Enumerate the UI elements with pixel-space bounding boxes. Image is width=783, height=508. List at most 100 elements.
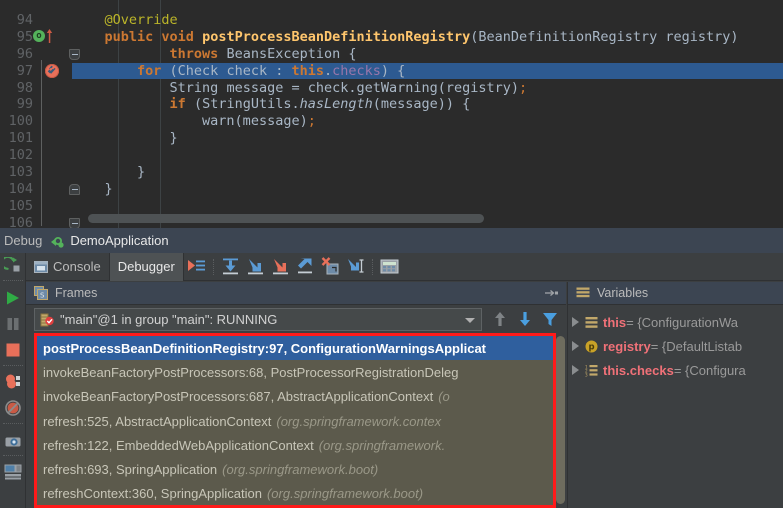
drop-frame-icon[interactable] <box>319 255 342 278</box>
editor-gutter[interactable] <box>33 164 72 181</box>
code-line[interactable]: 94 @Override <box>0 12 783 29</box>
frames-panel-header: S Frames <box>26 282 566 305</box>
code-editor[interactable]: 94 @Override 95 o public void postProcessB… <box>0 0 783 228</box>
override-arrow-icon[interactable] <box>46 28 53 44</box>
stack-frame-package: (org.springframework. <box>318 437 446 453</box>
editor-gutter[interactable] <box>33 181 80 198</box>
stack-frame-method: refresh:525, AbstractApplicationContext <box>43 413 272 429</box>
editor-gutter[interactable] <box>33 46 80 63</box>
parameter-icon: p <box>585 340 598 353</box>
line-number: 95 <box>16 28 33 45</box>
code-text: for (Check check : this.checks) { <box>137 62 406 79</box>
intellij-debug-window: 94 @Override 95 o public void postProcessB… <box>0 0 783 508</box>
code-lines[interactable]: 94 @Override 95 o public void postProcessB… <box>0 0 783 228</box>
stack-frame-method: postProcessBeanDefinitionRegistry:97, Co… <box>43 340 487 356</box>
code-text: public void postProcessBeanDefinitionReg… <box>104 28 739 45</box>
editor-gutter[interactable] <box>33 198 72 215</box>
editor-gutter[interactable] <box>33 12 72 29</box>
evaluate-expression-icon[interactable] <box>378 255 401 278</box>
step-over-icon[interactable] <box>219 255 242 278</box>
editor-gutter[interactable] <box>33 96 72 113</box>
variable-value: = {DefaultListab <box>650 338 743 354</box>
stack-frame-row[interactable]: refreshContext:360, SpringApplication (or… <box>37 482 553 505</box>
code-line[interactable]: 100 warn(message); <box>0 113 783 130</box>
toolbar-separator <box>3 280 23 281</box>
tab-console-label: Console <box>53 259 101 274</box>
layout-icon[interactable] <box>4 463 22 481</box>
step-into-icon[interactable] <box>244 255 267 278</box>
code-line[interactable]: 101 } <box>0 130 783 147</box>
editor-gutter[interactable] <box>33 63 72 80</box>
expand-triangle-icon[interactable] <box>572 317 579 327</box>
pause-program-icon[interactable] <box>4 315 22 333</box>
stop-icon[interactable] <box>4 341 22 359</box>
editor-gutter[interactable]: o <box>33 28 72 46</box>
rerun-icon[interactable] <box>4 257 22 275</box>
line-number: 103 <box>8 164 33 180</box>
tab-console[interactable]: Console <box>26 252 110 281</box>
editor-gutter[interactable] <box>33 80 72 97</box>
code-text: throws BeansException { <box>169 45 357 62</box>
expand-triangle-icon[interactable] <box>572 341 579 351</box>
editor-gutter[interactable] <box>33 215 80 228</box>
variable-value: = {Configura <box>673 362 746 378</box>
tab-debugger-label: Debugger <box>117 259 175 274</box>
minimize-icon[interactable] <box>545 288 558 299</box>
stack-frame-row[interactable]: refresh:693, SpringApplication (org.sprin… <box>37 457 553 481</box>
variable-row[interactable]: 1 2 3 this.checks = {Configura <box>568 358 783 382</box>
resume-program-icon[interactable] <box>4 289 22 307</box>
show-execution-point-icon[interactable] <box>185 255 208 278</box>
variable-row[interactable]: this = {ConfigurationWa <box>568 310 783 334</box>
frames-up-icon[interactable] <box>490 309 510 329</box>
code-line[interactable]: 99 if (StringUtils.hasLength(message)) { <box>0 96 783 113</box>
code-line[interactable]: 102 <box>0 147 783 164</box>
stack-frame-row[interactable]: postProcessBeanDefinitionRegistry:97, Co… <box>37 336 553 361</box>
variable-row[interactable]: p registry = {DefaultListab <box>568 334 783 358</box>
code-line[interactable]: 98 String message = check.getWarning(reg… <box>0 80 783 97</box>
variable-name: this <box>603 314 627 330</box>
toolbar-separator <box>3 365 23 366</box>
code-line[interactable]: 97 for (Check check : this.checks) { <box>0 62 783 80</box>
variables-list[interactable]: this = {ConfigurationWa p registry = {Defa… <box>568 310 783 382</box>
code-line[interactable]: 103 } <box>0 164 783 181</box>
stack-frame-row[interactable]: refresh:122, EmbeddedWebApplicationConte… <box>37 433 553 457</box>
code-text: String message = check.getWarning(regist… <box>169 79 528 96</box>
frames-vertical-scrollbar[interactable] <box>556 336 565 504</box>
editor-gutter[interactable] <box>33 147 72 164</box>
thread-selector[interactable]: "main"@1 in group "main": RUNNING <box>34 308 482 331</box>
fold-connector-line <box>41 59 42 195</box>
stack-frame-row[interactable]: refresh:525, AbstractApplicationContext(… <box>37 409 553 433</box>
code-line[interactable]: 96 throws BeansException { <box>0 46 783 63</box>
line-number: 100 <box>8 113 33 130</box>
stack-frame-row[interactable]: invokeBeanFactoryPostProcessors:68, Post… <box>37 360 553 384</box>
toolbar-separator <box>212 258 214 275</box>
stack-frame-row[interactable]: invokeBeanFactoryPostProcessors:687, Abs… <box>37 385 553 409</box>
step-out-icon[interactable] <box>294 255 317 278</box>
thread-suspended-icon <box>40 313 54 327</box>
tab-debugger[interactable]: Debugger <box>109 252 184 281</box>
run-to-cursor-icon[interactable] <box>344 255 367 278</box>
code-text: warn(message); <box>202 113 316 130</box>
expand-triangle-icon[interactable] <box>572 365 579 375</box>
editor-horizontal-scrollbar[interactable] <box>88 214 484 223</box>
implementing-method-icon[interactable]: o <box>33 30 45 43</box>
force-step-into-icon[interactable] <box>269 255 292 278</box>
frames-down-icon[interactable] <box>515 309 535 329</box>
stack-frame-method: refresh:693, SpringApplication <box>43 462 218 478</box>
view-breakpoints-icon[interactable] <box>4 373 22 391</box>
code-line[interactable]: 104 } <box>0 181 783 198</box>
chevron-down-icon[interactable] <box>465 318 475 323</box>
editor-gutter[interactable] <box>33 113 72 130</box>
debugger-toolbar: Console Debugger <box>26 252 783 281</box>
call-stack-list[interactable]: postProcessBeanDefinitionRegistry:97, Co… <box>34 333 556 508</box>
variables-panel-header: Variables <box>568 282 783 305</box>
code-line[interactable]: 105 <box>0 198 783 215</box>
breakpoint-verified-icon[interactable] <box>45 64 59 79</box>
stack-frame-method: invokeBeanFactoryPostProcessors:687, Abs… <box>43 389 434 405</box>
settings-icon[interactable] <box>4 433 22 451</box>
mute-breakpoints-icon[interactable] <box>4 399 22 417</box>
code-line[interactable]: 95 o public void postProcessBeanDefinitio… <box>0 28 783 46</box>
variable-value: = {ConfigurationWa <box>626 314 739 330</box>
editor-gutter[interactable] <box>33 130 72 147</box>
filter-frames-icon[interactable] <box>540 309 560 329</box>
